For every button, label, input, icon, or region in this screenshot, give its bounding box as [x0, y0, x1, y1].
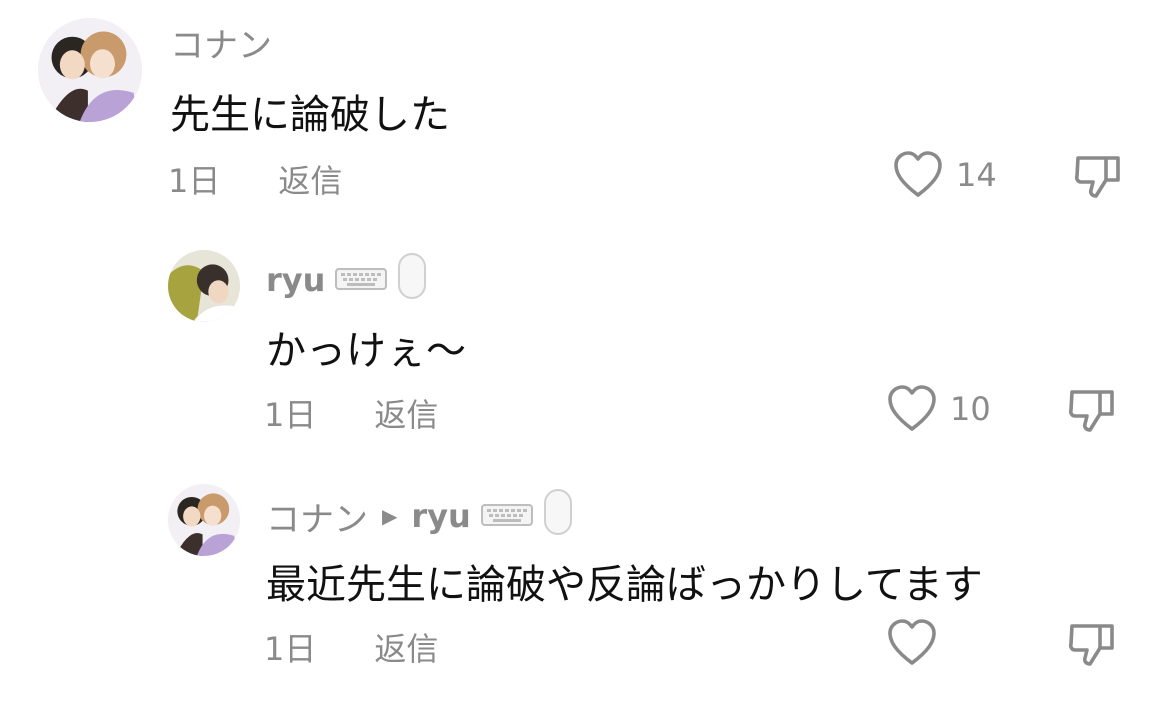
keyboard-icon: [335, 261, 388, 299]
thumbs-down-outline-icon: [1068, 624, 1114, 666]
comment-meta: 1日 返信: [264, 390, 438, 436]
author-name[interactable]: コナン: [266, 492, 368, 541]
thumbs-down-outline-icon: [1068, 390, 1114, 432]
keyboard-icon: [480, 497, 533, 535]
avatar-image: [168, 250, 240, 322]
comment-author[interactable]: ryu: [266, 252, 427, 308]
mouse-icon: [397, 252, 427, 308]
comment-time: 1日: [264, 630, 317, 668]
avatar-image: [168, 484, 240, 556]
reply-button[interactable]: 返信: [374, 624, 438, 670]
comment-item: コナン ▶ ryu 最近先生に論破や反論ばっかりしてます 1日 返信: [0, 0, 1170, 668]
comment-text: かっけぇ〜: [266, 328, 466, 374]
triangle-right-icon: ▶: [382, 504, 398, 528]
comment-text: 最近先生に論破や反論ばっかりしてます: [266, 562, 983, 608]
comment-meta: 1日 返信: [264, 624, 438, 670]
comment-author[interactable]: コナン ▶ ryu: [266, 488, 573, 544]
like-count: 10: [950, 390, 991, 428]
heart-outline-icon: [886, 618, 938, 668]
like-button[interactable]: [886, 618, 950, 668]
avatar[interactable]: [168, 484, 240, 556]
like-button[interactable]: 10: [886, 384, 991, 434]
heart-outline-icon: [886, 384, 938, 434]
dislike-button[interactable]: [1066, 384, 1118, 436]
mouse-icon: [543, 488, 573, 544]
avatar[interactable]: [168, 250, 240, 322]
reply-button[interactable]: 返信: [374, 390, 438, 436]
author-name[interactable]: ryu: [266, 261, 325, 299]
comment-time: 1日: [264, 396, 317, 434]
reply-to-name[interactable]: ryu: [411, 497, 470, 535]
dislike-button[interactable]: [1066, 618, 1118, 670]
